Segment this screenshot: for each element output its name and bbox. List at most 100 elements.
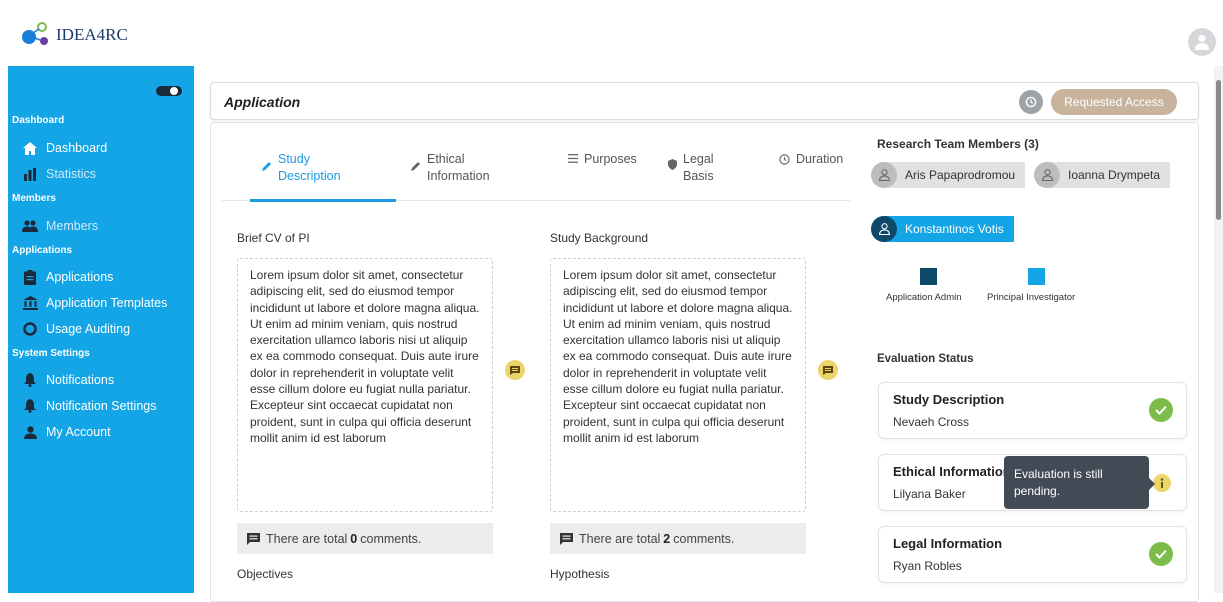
comments-suffix: comments. [673,531,735,546]
evaluation-title: Legal Information [893,536,1003,551]
sidebar-item-notification-settings[interactable]: Notification Settings [22,398,156,414]
tab-label-line1: Purposes [584,152,637,166]
evaluation-person: Nevaeh Cross [893,415,970,429]
tab-study-description[interactable]: Study Description [262,151,341,185]
pencil-icon [262,161,272,171]
member-name: Ioanna Drympeta [1068,168,1161,182]
user-icon [1034,162,1060,188]
check-icon [1149,542,1173,566]
evaluation-title: Ethical Information [893,464,1011,479]
comments-suffix: comments. [360,531,422,546]
section-dashboard: Dashboard [12,115,65,126]
sidebar-item-label: My Account [46,425,111,439]
tab-label-line2: Basis [683,169,714,183]
shield-icon [668,159,677,170]
sidebar-item-label: Statistics [46,167,97,181]
sidebar-item-label: Dashboard [46,141,108,155]
tab-duration[interactable]: Duration [779,151,843,168]
sidebar-item-label: Application Templates [46,296,168,310]
tab-label-line2: Description [278,169,341,183]
circle-icon [22,321,38,337]
user-avatar[interactable] [1188,28,1216,56]
member-chip[interactable]: Ioanna Drympeta [1034,162,1171,188]
tab-legal-basis[interactable]: Legal Basis [668,151,714,185]
sidebar-item-my-account[interactable]: My Account [22,424,111,440]
section-members: Members [12,193,56,204]
section-system-settings: System Settings [12,348,90,359]
comment-button[interactable] [818,360,838,380]
logo[interactable]: IDEA4RC [20,22,128,48]
comment-icon [560,532,573,545]
page-title: Application [224,94,301,110]
brief-cv-text: Lorem ipsum dolor sit amet, consectetur … [237,258,493,512]
sidebar-item-label: Applications [46,270,114,284]
logo-text: IDEA4RC [56,25,128,44]
tab-label-line2: Information [427,169,490,183]
list-icon [568,154,578,163]
tab-label-line1: Legal [683,152,714,166]
comments-count: 0 [350,531,358,546]
evaluation-status-title: Evaluation Status [877,353,974,365]
study-background-label: Study Background [550,231,649,245]
sidebar-item-dashboard[interactable]: Dashboard [22,140,107,156]
bank-icon [22,295,38,311]
sidebar-item-members[interactable]: Members [22,218,98,234]
evaluation-card[interactable]: Study Description Nevaeh Cross [878,382,1187,439]
study-background-text: Lorem ipsum dolor sit amet, consectetur … [550,258,806,512]
pencil-icon [411,161,421,171]
member-name: Aris Papaprodromou [905,168,1016,182]
objectives-label: Objectives [237,567,294,581]
top-bar: IDEA4RC [0,0,1223,66]
tab-label-line1: Study [278,152,310,166]
comments-summary[interactable]: There are total 2 comments. [550,523,806,554]
sidebar-item-label: Usage Auditing [46,322,131,336]
check-icon [1149,398,1173,422]
comment-button[interactable] [505,360,525,380]
page-scrollbar-thumb[interactable] [1216,80,1221,220]
legend-swatch-admin [920,268,937,285]
user-icon [871,216,897,242]
clock-icon [779,154,790,165]
tab-active-indicator [250,199,396,202]
comment-icon [510,365,520,375]
sidebar-item-usage-auditing[interactable]: Usage Auditing [22,321,130,337]
comments-prefix: There are total [579,531,661,546]
sidebar-item-statistics[interactable]: Statistics [22,166,96,182]
comments-prefix: There are total [266,531,348,546]
evaluation-person: Lilyana Baker [893,487,966,501]
member-name: Konstantinos Votis [905,222,1004,236]
history-icon [1025,96,1037,108]
sidebar-item-applications[interactable]: Applications [22,269,113,285]
tab-purposes[interactable]: Purposes [568,151,637,168]
tab-ethical-information[interactable]: Ethical Information [411,151,490,185]
user-icon [22,424,38,440]
evaluation-card[interactable]: Legal Information Ryan Robles [878,526,1187,583]
sidebar-item-application-templates[interactable]: Application Templates [22,295,167,311]
evaluation-title: Study Description [893,392,1005,407]
sidebar-item-notifications[interactable]: Notifications [22,372,114,388]
application-header: Application Requested Access [210,82,1199,120]
clipboard-icon [22,269,38,285]
comment-icon [247,532,260,545]
sidebar-item-label: Notification Settings [46,399,157,413]
comment-icon [823,365,833,375]
sidebar-toggle[interactable] [156,86,182,96]
users-icon [22,218,38,234]
sidebar-item-label: Notifications [46,373,115,387]
legend-label-pi: Principal Investigator [987,292,1076,303]
section-applications: Applications [12,245,73,256]
member-chip[interactable]: Aris Papaprodromou [871,162,1026,188]
bell-icon [22,372,38,388]
user-icon [871,162,897,188]
comments-summary[interactable]: There are total 0 comments. [237,523,493,554]
history-button[interactable] [1019,90,1043,114]
member-chip[interactable]: Konstantinos Votis [871,216,1014,242]
comments-count: 2 [663,531,671,546]
sidebar-item-label: Members [46,219,99,233]
info-icon[interactable] [1153,474,1171,492]
hypothesis-label: Hypothesis [550,567,610,581]
bell-icon [22,398,38,414]
legend-swatch-pi [1028,268,1045,285]
home-icon [22,140,38,156]
requested-access-button[interactable]: Requested Access [1051,89,1177,115]
